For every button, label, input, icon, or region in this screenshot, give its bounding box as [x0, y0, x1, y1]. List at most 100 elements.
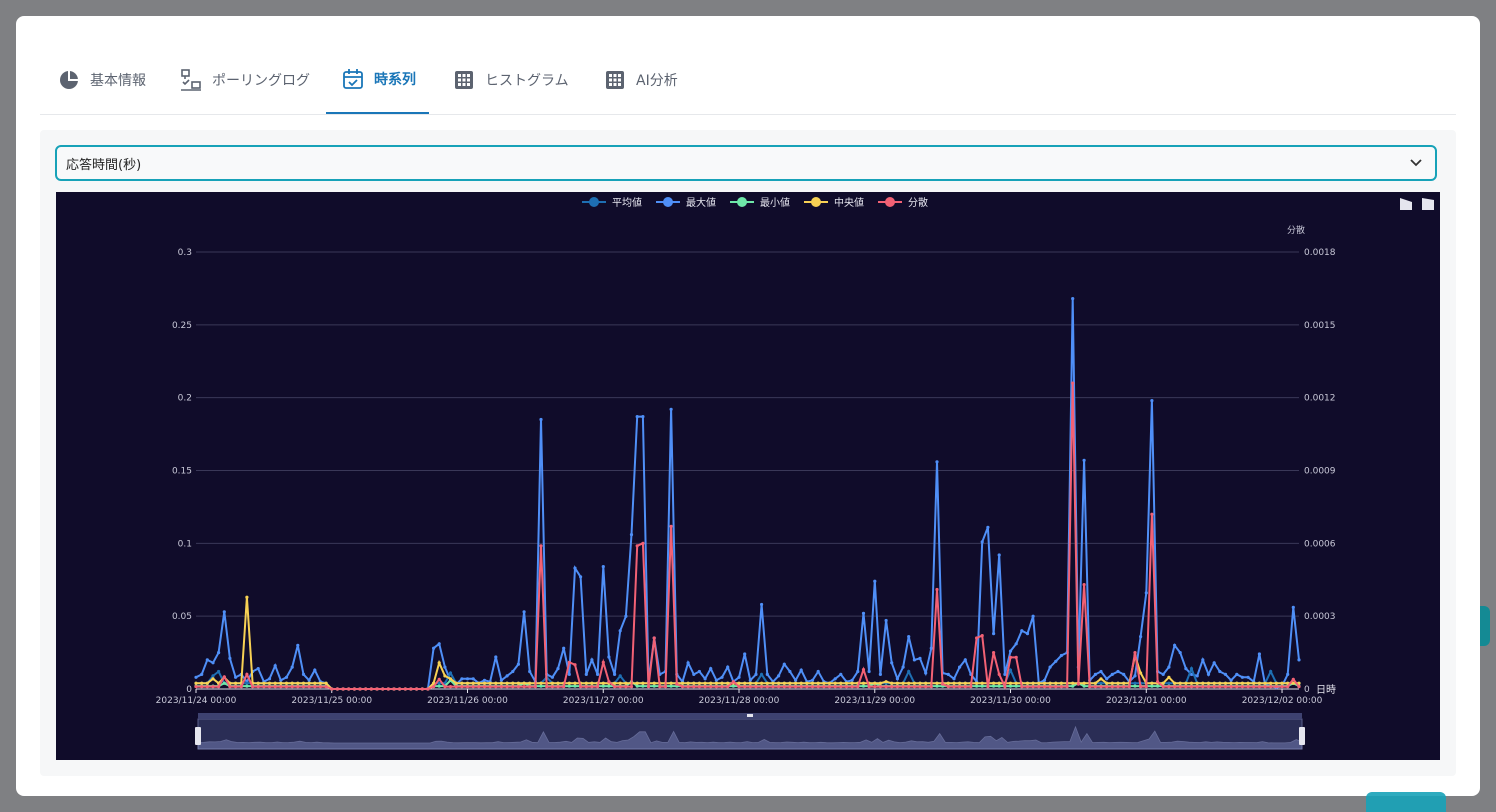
metric-select[interactable]: 応答時間(秒) [55, 145, 1437, 181]
tab-histogram[interactable]: ヒストグラム [453, 46, 569, 114]
data-point [341, 687, 345, 691]
data-point [251, 685, 255, 689]
data-point [901, 665, 905, 669]
data-point [437, 677, 441, 681]
data-point [1274, 681, 1278, 685]
data-point [658, 685, 662, 689]
data-point [675, 682, 679, 686]
data-point [1150, 684, 1154, 688]
tab-time-series[interactable]: 時系列 [326, 46, 429, 114]
data-point [460, 677, 464, 681]
tab-polling-log[interactable]: ポーリングログ [180, 46, 310, 114]
data-point [573, 681, 577, 685]
data-point [590, 685, 594, 689]
data-point [1099, 681, 1103, 685]
data-point [539, 544, 543, 548]
data-point [867, 669, 871, 674]
data-point [205, 681, 209, 685]
data-point [1195, 674, 1199, 678]
data-point [1014, 684, 1018, 688]
data-point [596, 685, 600, 689]
data-point [567, 660, 571, 664]
data-point [284, 675, 289, 679]
data-point [1218, 669, 1222, 674]
data-point [799, 668, 803, 672]
tab-basic-info[interactable]: 基本情報 [58, 46, 146, 114]
data-point [1144, 591, 1148, 595]
data-point [279, 678, 283, 682]
data-point [952, 681, 956, 685]
data-point [239, 685, 243, 689]
data-point [217, 685, 221, 689]
data-point [861, 684, 866, 688]
data-point [992, 651, 996, 655]
tab-ai-analysis[interactable]: AI分析 [604, 46, 678, 114]
data-point [731, 684, 736, 688]
data-point [844, 685, 849, 689]
data-point [641, 415, 645, 419]
data-point [1269, 685, 1273, 689]
data-point [1042, 678, 1047, 682]
data-point [1189, 685, 1194, 689]
data-point [1297, 658, 1301, 662]
data-point [437, 661, 441, 665]
data-point [245, 672, 249, 676]
data-point [499, 678, 503, 682]
data-point [1280, 685, 1284, 689]
data-point [471, 677, 475, 681]
data-point [245, 681, 249, 685]
data-point [1025, 681, 1030, 685]
data-point [969, 685, 973, 689]
data-point [697, 685, 702, 689]
data-point [1257, 685, 1261, 689]
datazoom-grip-icon [747, 714, 753, 717]
data-point [1042, 685, 1047, 689]
data-point [528, 685, 532, 689]
data-point [890, 661, 894, 665]
data-point [726, 685, 730, 689]
data-point [567, 684, 571, 688]
data-point [273, 681, 277, 685]
data-point [1235, 681, 1239, 685]
data-point [844, 681, 849, 685]
data-point [1037, 681, 1041, 685]
data-point [1240, 675, 1244, 679]
data-point [850, 678, 854, 682]
data-point [1008, 655, 1013, 659]
data-point [477, 681, 481, 685]
data-point [1048, 685, 1052, 689]
side-handle[interactable] [1480, 606, 1490, 646]
data-point [284, 681, 289, 685]
data-point [833, 681, 837, 685]
x-tick-label: 2023/12/01 00:00 [1106, 696, 1187, 706]
data-point [562, 646, 566, 650]
data-point [635, 544, 639, 548]
data-point [1105, 677, 1109, 681]
data-point [1008, 681, 1013, 685]
data-point [1133, 651, 1137, 655]
data-point [211, 661, 215, 665]
data-point [335, 687, 339, 691]
data-point [935, 460, 939, 464]
data-point [482, 685, 487, 689]
data-point [273, 685, 277, 689]
data-point [296, 685, 300, 689]
data-point [1167, 681, 1171, 685]
y-right-tick-label: 0 [1304, 685, 1310, 695]
data-point [958, 685, 962, 689]
footer-button[interactable] [1366, 792, 1446, 812]
data-point [624, 614, 628, 618]
data-point [618, 674, 622, 678]
data-point [975, 681, 979, 685]
data-point [1071, 297, 1075, 301]
data-point [601, 565, 605, 569]
data-point [641, 541, 645, 545]
data-point [522, 685, 526, 689]
data-point [641, 681, 645, 685]
data-point [1139, 635, 1143, 639]
data-point [895, 681, 900, 685]
data-point [403, 687, 407, 691]
data-point [205, 685, 209, 689]
data-point [1263, 685, 1267, 689]
data-point [765, 681, 769, 685]
